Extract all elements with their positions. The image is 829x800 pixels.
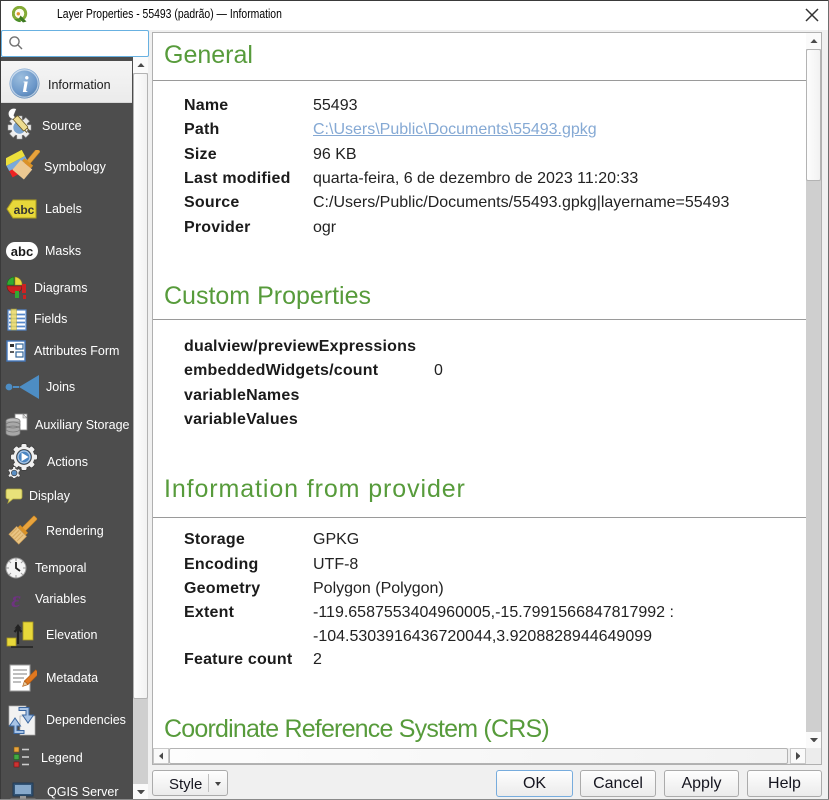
svg-text:ε: ε [11,590,21,610]
svg-text:i: i [22,72,29,97]
svg-text:abc: abc [14,203,35,217]
svg-text:abc: abc [11,244,33,259]
